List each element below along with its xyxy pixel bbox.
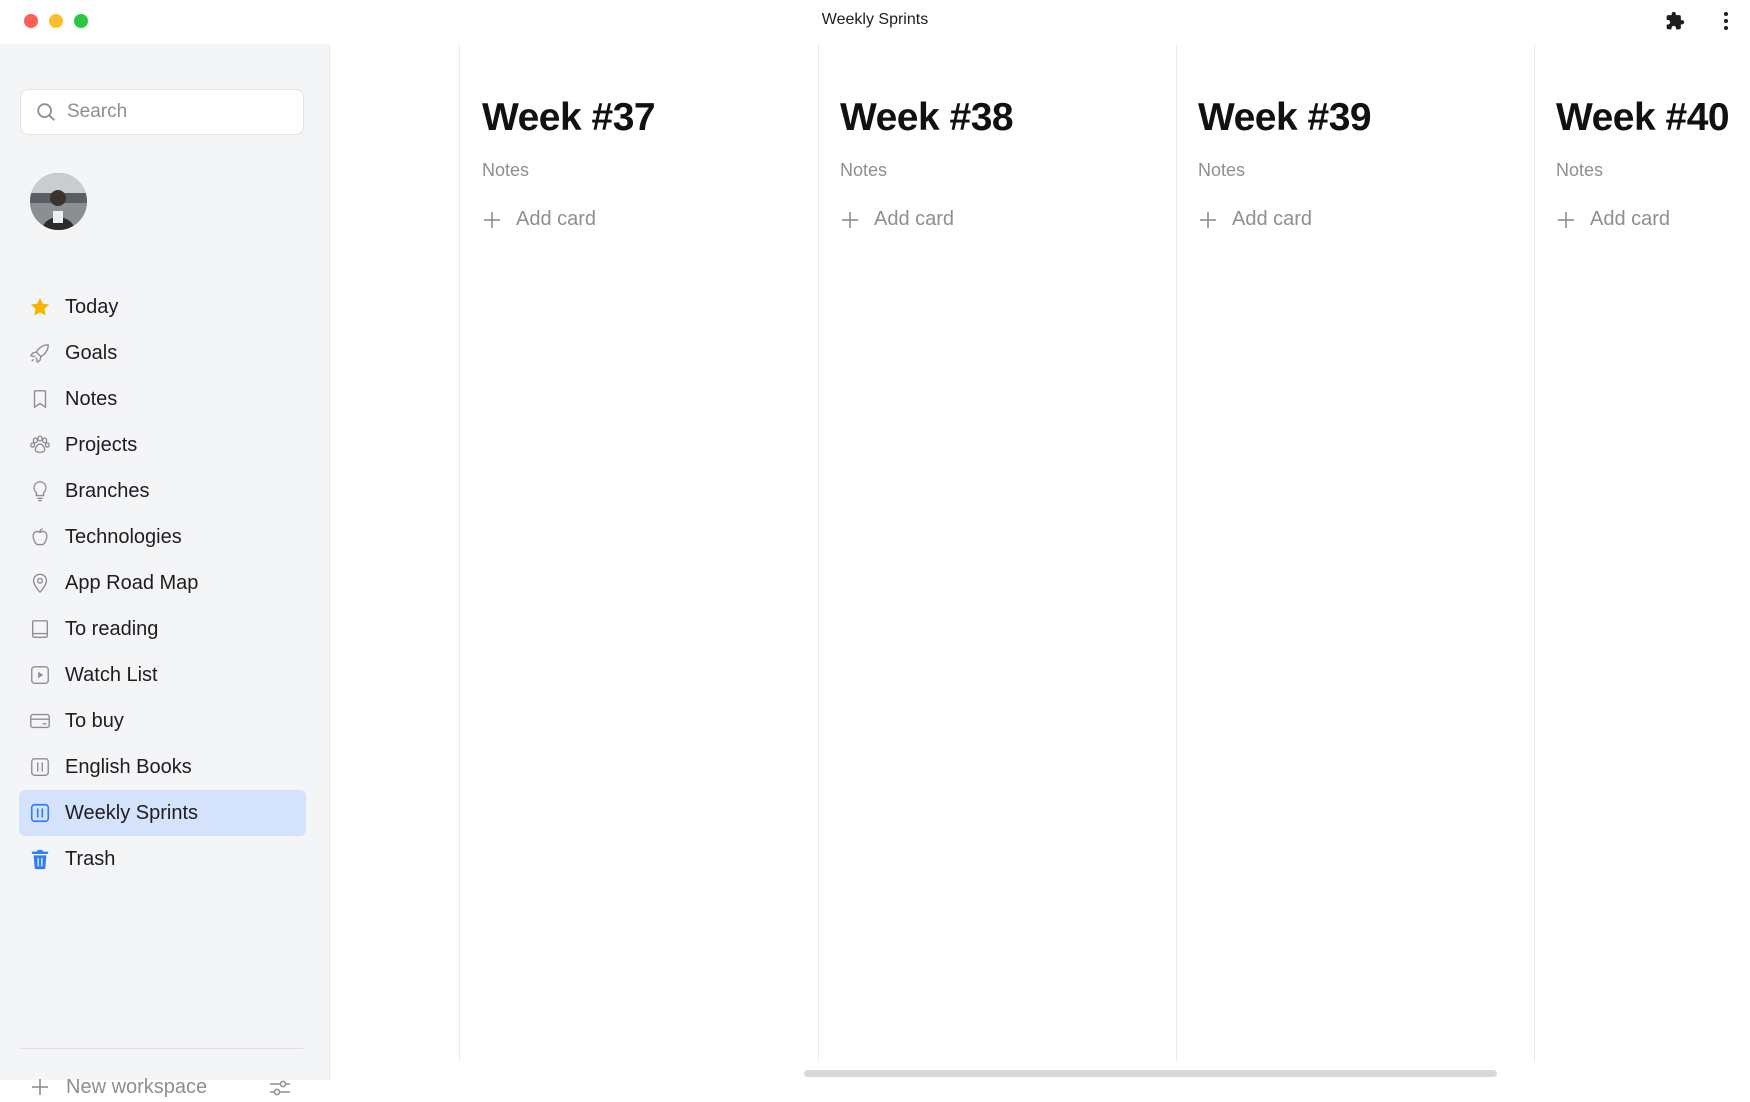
plus-icon xyxy=(1558,211,1574,228)
sidebar: Today Goals Notes Projects Branches xyxy=(0,44,330,1098)
board-column: Week #37 Notes Add card xyxy=(482,44,822,1062)
column-notes[interactable]: Notes xyxy=(482,160,529,181)
sidebar-item-weekly-sprints[interactable]: Weekly Sprints xyxy=(19,790,306,836)
sidebar-item-app-road-map[interactable]: App Road Map xyxy=(19,560,306,606)
column-notes[interactable]: Notes xyxy=(840,160,887,181)
credit-card-icon xyxy=(28,709,52,733)
kebab-menu-icon[interactable] xyxy=(1714,9,1738,33)
sidebar-item-to-buy[interactable]: To buy xyxy=(19,698,306,744)
sidebar-item-english-books[interactable]: English Books xyxy=(19,744,306,790)
search-input[interactable] xyxy=(65,100,289,124)
play-icon xyxy=(28,663,52,687)
apple-icon xyxy=(28,525,52,549)
sliders-icon[interactable] xyxy=(266,1074,294,1102)
plus-icon xyxy=(842,211,858,228)
sidebar-item-label: App Road Map xyxy=(65,571,199,594)
sidebar-item-watch-list[interactable]: Watch List xyxy=(19,652,306,698)
add-card-button[interactable]: Add card xyxy=(840,208,954,231)
add-card-label: Add card xyxy=(874,208,955,230)
sidebar-item-label: Notes xyxy=(65,387,118,410)
column-divider xyxy=(459,44,460,1062)
board-icon xyxy=(28,755,52,779)
search-box[interactable] xyxy=(20,89,304,135)
kanban-board: Week #37 Notes Add card Week #38 Notes A… xyxy=(330,44,1750,1080)
title-bar: Weekly Sprints xyxy=(0,0,1750,44)
plus-icon xyxy=(484,211,500,228)
new-workspace-button[interactable]: New workspace xyxy=(30,1072,207,1102)
board-column: Week #38 Notes Add card xyxy=(840,44,1180,1062)
sidebar-item-label: Goals xyxy=(65,341,118,364)
add-card-button[interactable]: Add card xyxy=(482,208,596,231)
sidebar-nav: Today Goals Notes Projects Branches Tech… xyxy=(19,284,306,882)
sidebar-item-technologies[interactable]: Technologies xyxy=(19,514,306,560)
book-icon xyxy=(28,617,52,641)
board-column: Week #39 Notes Add card xyxy=(1198,44,1538,1062)
column-title[interactable]: Week #38 xyxy=(840,96,1014,140)
paw-icon xyxy=(28,433,52,457)
plus-icon xyxy=(32,1079,48,1095)
sidebar-item-notes[interactable]: Notes xyxy=(19,376,306,422)
add-card-button[interactable]: Add card xyxy=(1556,208,1670,231)
column-notes[interactable]: Notes xyxy=(1556,160,1603,181)
sidebar-item-goals[interactable]: Goals xyxy=(19,330,306,376)
sidebar-item-to-reading[interactable]: To reading xyxy=(19,606,306,652)
sidebar-item-label: Projects xyxy=(65,433,138,456)
rocket-icon xyxy=(28,341,52,365)
horizontal-scrollbar[interactable] xyxy=(804,1070,1497,1077)
puzzle-icon[interactable] xyxy=(1663,9,1687,33)
add-card-button[interactable]: Add card xyxy=(1198,208,1312,231)
sidebar-item-label: To buy xyxy=(65,709,124,732)
sidebar-item-label: Branches xyxy=(65,479,150,502)
column-notes[interactable]: Notes xyxy=(1198,160,1245,181)
trash-icon xyxy=(28,847,52,871)
sidebar-item-today[interactable]: Today xyxy=(19,284,306,330)
sidebar-footer-divider xyxy=(20,1048,303,1049)
sidebar-item-label: Watch List xyxy=(65,663,158,686)
sidebar-item-label: To reading xyxy=(65,617,159,640)
column-title[interactable]: Week #39 xyxy=(1198,96,1372,140)
board-column: Week #40 Notes Add card xyxy=(1556,44,1750,1062)
location-pin-icon xyxy=(28,571,52,595)
sidebar-item-label: Weekly Sprints xyxy=(65,801,199,824)
star-icon xyxy=(28,295,52,319)
sidebar-item-branches[interactable]: Branches xyxy=(19,468,306,514)
lightbulb-icon xyxy=(28,479,52,503)
sidebar-item-label: Trash xyxy=(65,847,116,870)
new-workspace-label: New workspace xyxy=(66,1075,208,1098)
add-card-label: Add card xyxy=(1590,208,1671,230)
sidebar-item-label: Today xyxy=(65,295,119,318)
sidebar-item-projects[interactable]: Projects xyxy=(19,422,306,468)
window-title: Weekly Sprints xyxy=(821,11,929,28)
sidebar-item-label: Technologies xyxy=(65,525,182,548)
column-title[interactable]: Week #37 xyxy=(482,96,656,140)
sidebar-item-trash[interactable]: Trash xyxy=(19,836,306,882)
sidebar-item-label: English Books xyxy=(65,755,192,778)
column-title[interactable]: Week #40 xyxy=(1556,96,1730,140)
add-card-label: Add card xyxy=(516,208,597,230)
add-card-label: Add card xyxy=(1232,208,1313,230)
avatar[interactable] xyxy=(30,173,87,230)
board-icon xyxy=(28,801,52,825)
bookmark-icon xyxy=(28,387,52,411)
plus-icon xyxy=(1200,211,1216,228)
search-icon xyxy=(37,103,55,121)
